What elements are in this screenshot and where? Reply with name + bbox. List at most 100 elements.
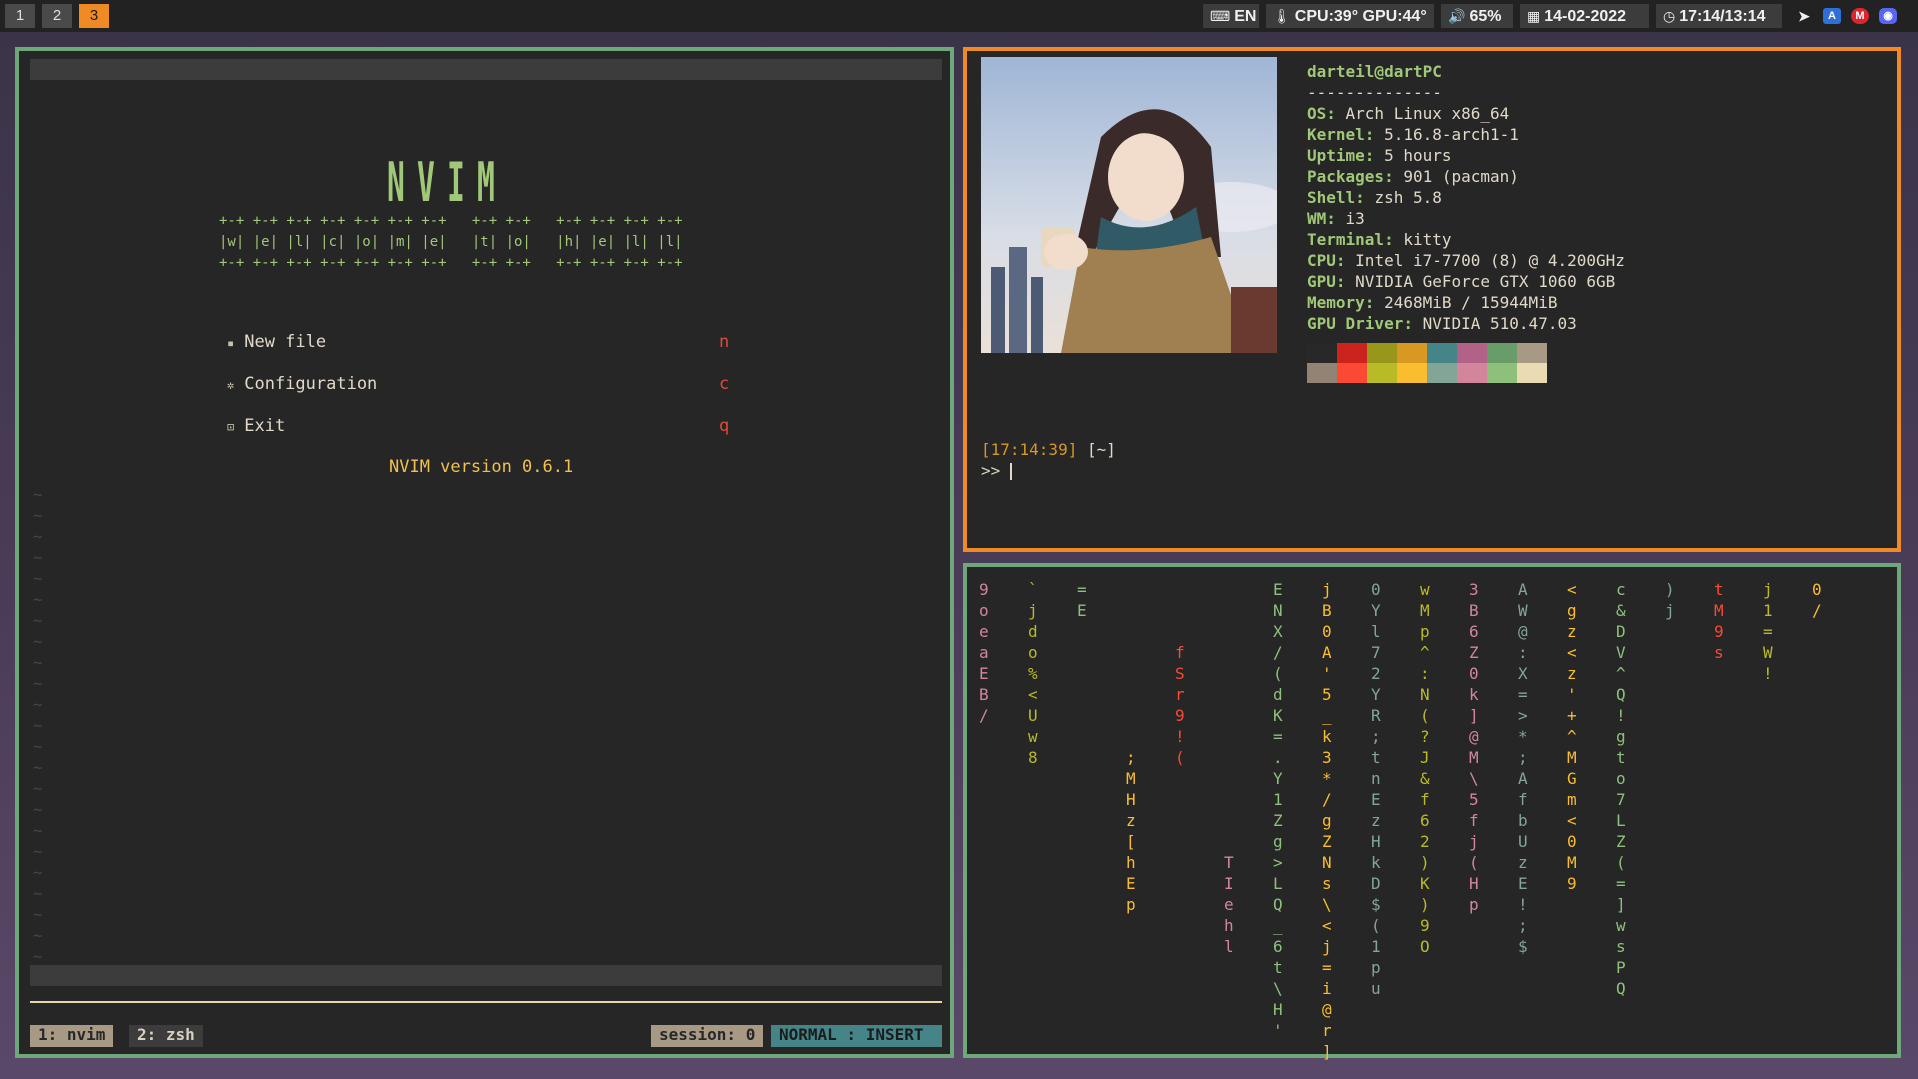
info-row: Memory: 2468MiB / 15944MiB — [1307, 293, 1558, 312]
info-key: Terminal — [1307, 230, 1385, 249]
exit-key: q — [719, 416, 730, 436]
info-row: Terminal: kitty — [1307, 230, 1452, 249]
matrix-column: E N X / ( d K = . Y 1 Z g > L Q _ 6 t \ … — [1273, 580, 1283, 1040]
calendar-icon: ▦ — [1527, 8, 1541, 24]
configuration-button[interactable]: ✲ Configuration — [227, 374, 377, 394]
palette-swatch — [1457, 343, 1487, 363]
empty-line-markers: ~ ~ ~ ~ ~ ~ ~ ~ ~ ~ ~ ~ ~ ~ ~ ~ ~ ~ ~ ~ … — [33, 485, 43, 966]
keyboard-layout: EN — [1234, 8, 1257, 25]
ascii-row-1: +-+ +-+ +-+ +-+ +-+ +-+ +-+ +-+ +-+ +-+ … — [219, 213, 683, 229]
system-info: darteil@dartPC -------------- OS: Arch Lin… — [1307, 61, 1625, 334]
clock-icon: ◷ — [1663, 8, 1676, 24]
discord-icon[interactable]: ◉ — [1879, 8, 1897, 24]
matrix-column: t M 9 s — [1714, 580, 1724, 662]
palette-swatch — [1487, 343, 1517, 363]
workspace-1-button[interactable]: 1 — [5, 4, 35, 28]
temperature-block[interactable]: 🌡 CPU:39° GPU:44° — [1266, 4, 1434, 28]
cmatrix-terminal[interactable]: 9 o e a E B / ` j d o % < U w 8 = E ; M H z… — [963, 563, 1901, 1061]
tmux-tab-nvim[interactable]: 1: nvim — [30, 1025, 114, 1047]
matrix-column: w M p ^ : N ( ? J & f 6 2 ) K ) 9 O — [1420, 580, 1430, 956]
palette-swatch — [1427, 343, 1457, 363]
info-row: Kernel: 5.16.8-arch1-1 — [1307, 125, 1519, 144]
telegram-icon[interactable]: ➤ — [1795, 8, 1813, 24]
info-key: GPU Driver — [1307, 314, 1404, 333]
palette-swatch — [1397, 363, 1427, 383]
prompt-symbol: >> — [981, 461, 1001, 480]
info-row: GPU: NVIDIA GeForce GTX 1060 6GB — [1307, 272, 1616, 291]
nvim-logo: NVIM — [387, 151, 507, 214]
info-key: Shell — [1307, 188, 1356, 207]
matrix-column: 0 / — [1812, 580, 1822, 620]
info-key: WM — [1307, 209, 1327, 228]
thermometer-icon: 🌡 — [1273, 8, 1291, 24]
exit-label: Exit — [244, 416, 286, 436]
matrix-column: ) j — [1665, 580, 1675, 620]
palette-swatch — [1487, 363, 1517, 383]
matrix-column: j 1 = W ! — [1763, 580, 1773, 683]
info-value: i3 — [1345, 209, 1365, 228]
palette-swatch — [1337, 363, 1367, 383]
matrix-column: f S r 9 ! ( — [1175, 643, 1185, 767]
info-value: 5.16.8-arch1-1 — [1384, 125, 1519, 144]
nvim-tabline — [30, 59, 942, 80]
info-key: Uptime — [1307, 146, 1365, 165]
matrix-column: 9 o e a E B / — [979, 580, 989, 725]
workspace-3-button[interactable]: 3 — [79, 4, 109, 28]
info-value: 901 (pacman) — [1403, 167, 1519, 186]
keyboard-layout-block[interactable]: ⌨ EN — [1203, 4, 1259, 28]
ascii-row-2: |w| |e| |l| |c| |o| |m| |e| |t| |o| |h| … — [219, 234, 683, 250]
new-file-key: n — [719, 332, 730, 352]
text-cursor — [1009, 463, 1012, 480]
volume-block[interactable]: 🔊 65% — [1441, 4, 1513, 28]
matrix-column: T I e h l — [1224, 853, 1234, 956]
configuration-key: c — [719, 374, 730, 394]
matrix-column: 0 Y l 7 2 Y R ; t n E z H k D $ ( 1 p u — [1371, 580, 1381, 998]
nvim-window[interactable]: NVIM +-+ +-+ +-+ +-+ +-+ +-+ +-+ +-+ +-+… — [15, 47, 954, 1058]
palette-swatch — [1307, 343, 1337, 363]
exit-icon: ⊡ — [227, 420, 235, 434]
palette-swatch — [1367, 363, 1397, 383]
info-row: CPU: Intel i7-7700 (8) @ 4.200GHz — [1307, 251, 1625, 270]
date-text: 14-02-2022 — [1544, 8, 1627, 25]
gear-icon: ✲ — [227, 378, 235, 392]
info-key: Packages — [1307, 167, 1385, 186]
info-key: Kernel — [1307, 125, 1365, 144]
info-value: 5 hours — [1384, 146, 1452, 165]
matrix-column: 3 B 6 Z 0 k ] @ M \ 5 f j ( H p — [1469, 580, 1479, 914]
info-key: GPU — [1307, 272, 1336, 291]
info-row: Uptime: 5 hours — [1307, 146, 1452, 165]
date-block[interactable]: ▦ 14-02-2022 — [1520, 4, 1649, 28]
neofetch-terminal[interactable]: darteil@dartPC -------------- OS: Arch Lin… — [963, 47, 1901, 552]
info-value: zsh 5.8 — [1374, 188, 1442, 207]
info-value: Intel i7-7700 (8) @ 4.200GHz — [1355, 251, 1625, 270]
translate-icon[interactable]: A — [1823, 8, 1841, 24]
file-icon: ▪ — [227, 336, 235, 350]
info-value: 2468MiB / 15944MiB — [1384, 293, 1558, 312]
palette-swatch — [1517, 363, 1547, 383]
matrix-column: = E — [1077, 580, 1087, 620]
palette-swatch — [1337, 343, 1367, 363]
workspace-2-button[interactable]: 2 — [42, 4, 72, 28]
ascii-row-3: +-+ +-+ +-+ +-+ +-+ +-+ +-+ +-+ +-+ +-+ … — [219, 255, 683, 271]
matrix-column: ` j d o % < U w 8 — [1028, 580, 1038, 767]
keyboard-icon: ⌨ — [1210, 8, 1231, 24]
clock-block[interactable]: ◷ 17:14/13:14 — [1656, 4, 1782, 28]
exit-button[interactable]: ⊡ Exit — [227, 416, 285, 436]
top-bar: 1 2 3 ⌨ EN 🌡 CPU:39° GPU:44° 🔊 65% ▦ 14-02-2… — [0, 0, 1918, 32]
tmux-separator — [30, 1001, 942, 1003]
info-value: NVIDIA GeForce GTX 1060 6GB — [1355, 272, 1616, 291]
speaker-icon: 🔊 — [1448, 8, 1466, 24]
new-file-button[interactable]: ▪ New file — [227, 332, 326, 352]
palette-swatch — [1307, 363, 1337, 383]
info-row: OS: Arch Linux x86_64 — [1307, 104, 1510, 123]
new-file-label: New file — [244, 332, 327, 352]
configuration-label: Configuration — [244, 374, 378, 394]
volume-text: 65% — [1469, 8, 1502, 25]
shell-prompt[interactable]: [17:14:39] [~] >> — [981, 439, 1116, 481]
welcome-ascii-art: +-+ +-+ +-+ +-+ +-+ +-+ +-+ +-+ +-+ +-+ … — [219, 211, 683, 274]
tmux-tab-zsh[interactable]: 2: zsh — [129, 1025, 203, 1047]
info-value: NVIDIA 510.47.03 — [1422, 314, 1577, 333]
matrix-column: < g z < z ' + ^ M G m < 0 M 9 — [1567, 580, 1577, 893]
anime-avatar-image — [981, 57, 1277, 353]
mega-icon[interactable]: M — [1851, 8, 1869, 24]
